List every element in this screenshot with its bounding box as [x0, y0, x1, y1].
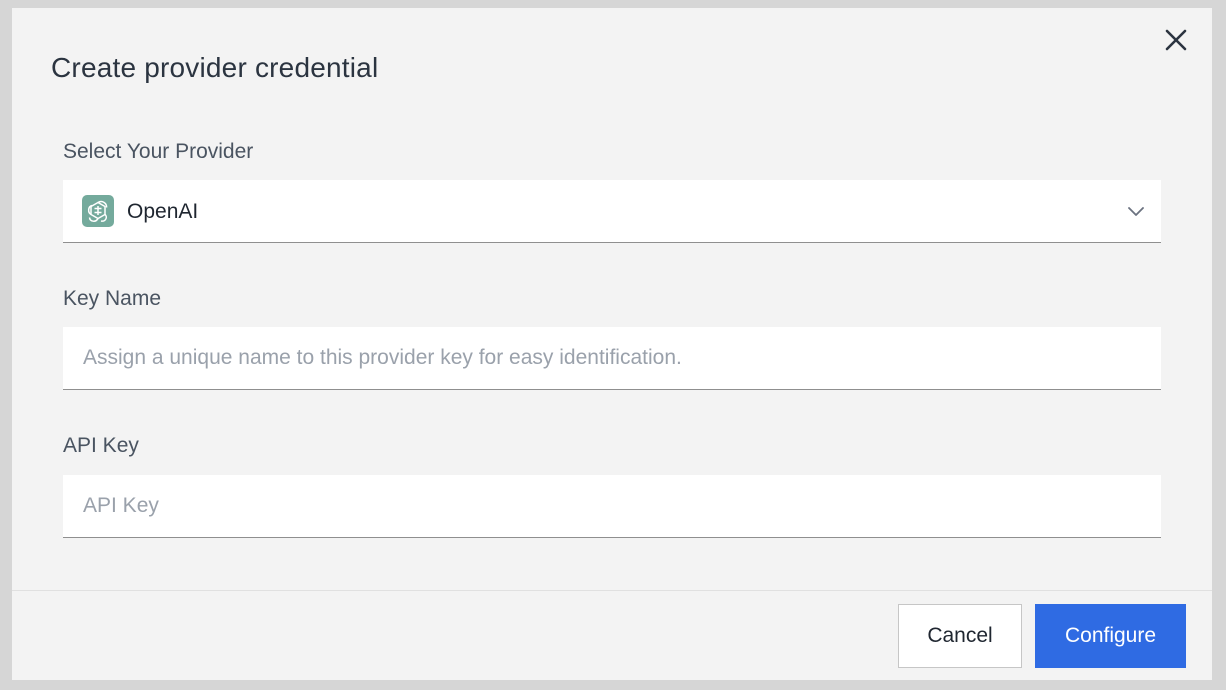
- key-name-label: Key Name: [63, 287, 162, 310]
- api-key-label: API Key: [63, 434, 139, 457]
- key-name-field-wrapper: [63, 327, 1161, 390]
- create-credential-dialog: Create provider credential Select Your P…: [12, 8, 1212, 680]
- openai-logo-icon: [82, 195, 114, 227]
- provider-select[interactable]: OpenAI: [63, 180, 1161, 243]
- close-icon: [1165, 29, 1187, 51]
- cancel-button[interactable]: Cancel: [898, 604, 1022, 668]
- dialog-title: Create provider credential: [51, 52, 379, 83]
- selected-provider: OpenAI: [127, 200, 199, 223]
- api-key-field-wrapper: [63, 475, 1161, 538]
- close-button[interactable]: [1162, 26, 1190, 54]
- configure-button[interactable]: Configure: [1035, 604, 1186, 668]
- api-key-input[interactable]: [63, 475, 1161, 537]
- provider-label: Select Your Provider: [63, 140, 254, 163]
- key-name-input[interactable]: [63, 327, 1161, 389]
- chevron-down-icon: [1128, 207, 1144, 216]
- footer-divider: [12, 590, 1212, 591]
